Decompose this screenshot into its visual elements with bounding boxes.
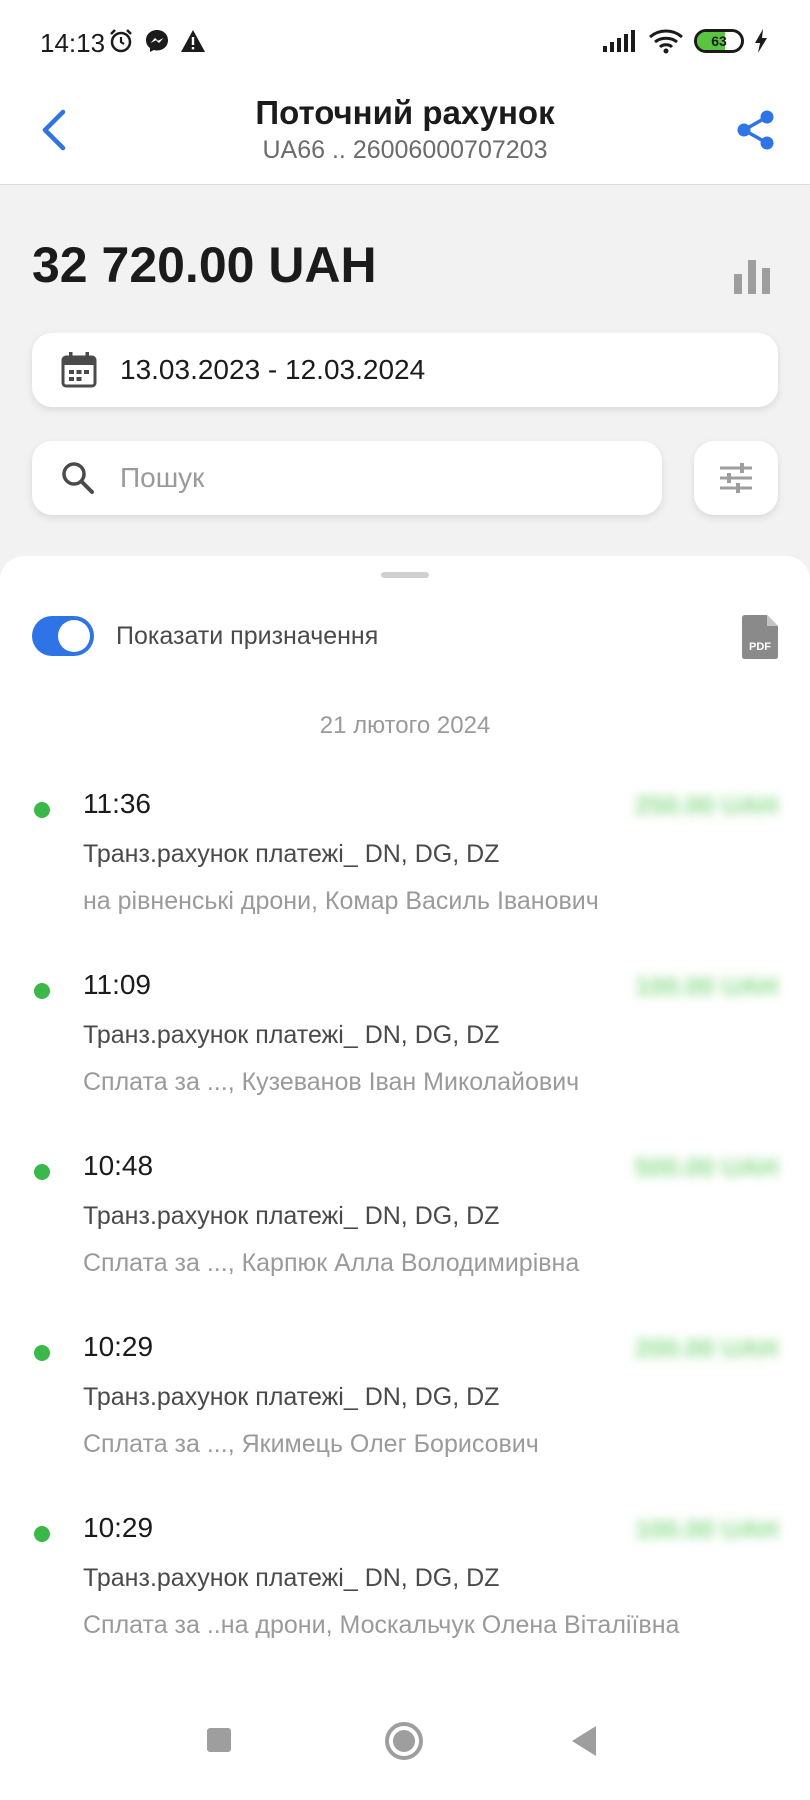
app-bar: Поточний рахунок UA66 .. 26006000707203 [0, 80, 810, 185]
pdf-export-button[interactable]: PDF [740, 614, 780, 660]
home-button[interactable] [385, 1722, 423, 1760]
search-icon [60, 460, 96, 496]
transaction-amount: 100.00 UAH [634, 971, 778, 1001]
svg-text:PDF: PDF [749, 641, 771, 653]
transactions-sheet: Показати призначення PDF 21 лютого 2024 … [0, 556, 810, 1800]
date-range-picker[interactable]: 13.03.2023 - 12.03.2024 [32, 333, 778, 407]
transaction-purpose: Сплата за ..., Кузеванов Іван Миколайови… [83, 1068, 580, 1096]
system-back-button[interactable] [572, 1726, 596, 1756]
transaction-purpose: Сплата за ..., Якимець Олег Борисович [83, 1430, 539, 1458]
transaction-time: 10:29 [83, 1512, 154, 1543]
transaction-time: 11:36 [83, 788, 151, 819]
search-input[interactable] [118, 461, 622, 495]
signal-icon [603, 30, 635, 52]
transaction-amount: 100.00 UAH [634, 1514, 778, 1544]
transaction-item[interactable]: 11:36 250.00 UAH Транз.рахунок платежі_ … [0, 776, 810, 936]
wifi-icon [649, 29, 683, 54]
calendar-icon [60, 351, 98, 389]
share-button[interactable] [728, 102, 784, 158]
transaction-time: 11:09 [83, 969, 151, 1000]
sliders-icon [720, 463, 752, 493]
transaction-time: 10:29 [83, 1331, 154, 1362]
recent-apps-button[interactable] [207, 1728, 231, 1752]
show-purpose-toggle[interactable] [32, 616, 94, 656]
transaction-account: Транз.рахунок платежі_ DN, DG, DZ [83, 1021, 500, 1049]
search-box[interactable] [32, 441, 662, 515]
transaction-purpose: на рівненські дрони, Комар Василь Іванов… [83, 887, 599, 915]
show-purpose-label: Показати призначення [116, 622, 379, 650]
status-dot [34, 1345, 50, 1361]
bar-chart-icon [734, 260, 770, 294]
transaction-amount: 200.00 UAH [634, 1333, 778, 1363]
messenger-icon [146, 30, 168, 52]
status-bar: 14:13 63 [0, 0, 810, 80]
status-icons-right: 63 [602, 28, 768, 54]
alarm-icon [110, 29, 132, 53]
status-dot [34, 802, 50, 818]
share-icon [737, 110, 774, 150]
group-date-header: 21 лютого 2024 [319, 712, 491, 739]
battery-label: 63 [711, 33, 727, 49]
status-dot [34, 1526, 50, 1542]
battery-icon: 63 [694, 29, 744, 53]
transaction-account: Транз.рахунок платежі_ DN, DG, DZ [83, 1202, 500, 1230]
status-dot [34, 983, 50, 999]
charging-icon [755, 29, 767, 53]
status-icons-left [108, 28, 206, 54]
warning-icon [181, 30, 205, 52]
transaction-purpose: Сплата за ..на дрони, Москальчук Олена В… [83, 1611, 680, 1639]
page-title: Поточний рахунок [255, 94, 555, 131]
transaction-amount: 500.00 UAH [634, 1152, 778, 1182]
status-time: 14:13 [40, 28, 106, 58]
date-range-text: 13.03.2023 - 12.03.2024 [120, 354, 426, 385]
transaction-time: 10:48 [83, 1150, 154, 1181]
status-dot [34, 1164, 50, 1180]
transaction-account: Транз.рахунок платежі_ DN, DG, DZ [83, 840, 500, 868]
account-number: UA66 .. 26006000707203 [262, 136, 548, 164]
pdf-icon: PDF [742, 615, 778, 659]
toggle-knob [58, 620, 90, 652]
transaction-amount: 250.00 UAH [634, 790, 778, 820]
sheet-drag-handle[interactable] [381, 572, 429, 578]
system-nav-bar [0, 1690, 810, 1800]
transaction-item[interactable]: 11:09 100.00 UAH Транз.рахунок платежі_ … [0, 957, 810, 1117]
transaction-item[interactable]: 10:29 100.00 UAH Транз.рахунок платежі_ … [0, 1500, 810, 1660]
home-circle-icon [393, 1730, 415, 1752]
statistics-button[interactable] [724, 240, 780, 296]
transaction-purpose: Сплата за ..., Карпюк Алла Володимирівна [83, 1249, 580, 1277]
transaction-account: Транз.рахунок платежі_ DN, DG, DZ [83, 1564, 500, 1592]
transaction-item[interactable]: 10:29 200.00 UAH Транз.рахунок платежі_ … [0, 1319, 810, 1479]
account-balance: 32 720.00 UAH [32, 237, 377, 293]
transaction-item[interactable]: 10:48 500.00 UAH Транз.рахунок платежі_ … [0, 1138, 810, 1298]
transaction-account: Транз.рахунок платежі_ DN, DG, DZ [83, 1383, 500, 1411]
filter-button[interactable] [694, 441, 778, 515]
